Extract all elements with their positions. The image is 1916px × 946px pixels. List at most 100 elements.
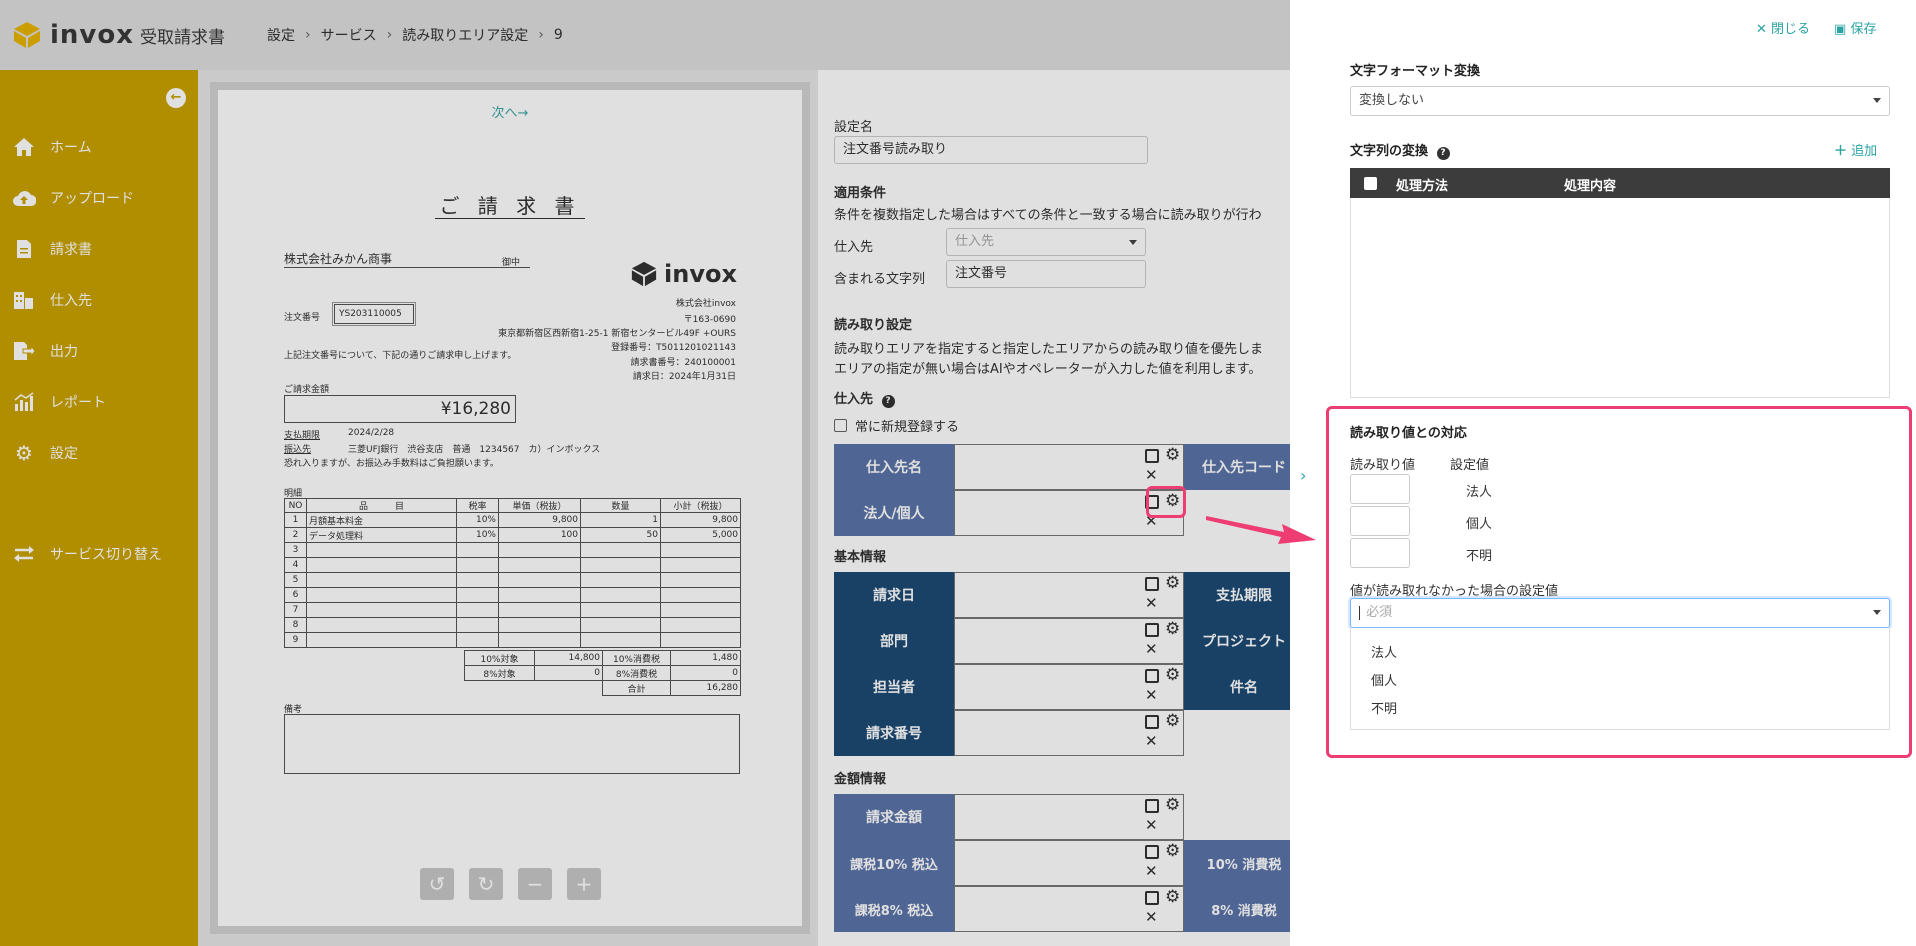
select-area-icon[interactable]: [1145, 449, 1159, 463]
sidebar-item-home[interactable]: ホーム: [12, 136, 92, 158]
field-subject[interactable]: 件名: [1184, 664, 1290, 710]
invoice-page[interactable]: 次へ→ ご 請 求 書 株式会社みかん商事 御中 invox 株式会社invox…: [218, 90, 802, 926]
zoom-out-icon[interactable]: −: [518, 868, 552, 900]
read-value-input[interactable]: [1350, 538, 1410, 568]
close-icon[interactable]: ✕: [1145, 595, 1158, 611]
save-button[interactable]: ▣ 保存: [1834, 18, 1876, 37]
document-viewer: 次へ→ ご 請 求 書 株式会社みかん商事 御中 invox 株式会社invox…: [210, 82, 810, 934]
field-supplier-name[interactable]: 仕入先名: [834, 444, 954, 490]
close-icon[interactable]: ✕: [1145, 687, 1158, 703]
add-conversion-button[interactable]: ＋ 追加: [1834, 140, 1877, 159]
gear-icon[interactable]: ⚙: [1165, 667, 1180, 684]
chevron-right-icon[interactable]: ›: [1300, 466, 1306, 485]
redo-icon[interactable]: ↻: [469, 868, 503, 900]
export-icon: [12, 340, 36, 362]
breadcrumb-item[interactable]: サービス: [321, 25, 377, 45]
field-tax8-incl[interactable]: 課税8% 税込: [834, 886, 954, 932]
select-area-icon[interactable]: [1145, 799, 1159, 813]
format-convert-select[interactable]: 変換しない: [1350, 86, 1890, 116]
setting-name-input[interactable]: 注文番号読み取り: [834, 136, 1148, 164]
basic-info-heading: 基本情報: [834, 550, 887, 565]
invox-cube-icon: [631, 261, 657, 287]
read-value-input[interactable]: [1350, 474, 1410, 504]
field-project[interactable]: プロジェクト: [1184, 618, 1290, 664]
sidebar-item-supplier[interactable]: 仕入先: [12, 289, 92, 311]
gear-icon[interactable]: ⚙: [1165, 575, 1180, 592]
dropdown-option[interactable]: 個人: [1371, 670, 1397, 689]
field-corp-personal[interactable]: 法人/個人: [834, 490, 954, 536]
sidebar-item-export[interactable]: 出力: [12, 340, 78, 362]
due-label: 支払期限: [284, 431, 321, 441]
table-row: 4: [284, 557, 741, 573]
close-button[interactable]: ✕ 閉じる: [1756, 18, 1810, 37]
table-cell: [456, 632, 499, 648]
area-cell[interactable]: ⚙ ✕: [954, 572, 1184, 618]
sidebar-item-label: アップロード: [50, 191, 134, 207]
field-supplier-code[interactable]: 仕入先コード: [1184, 444, 1290, 490]
zoom-in-icon[interactable]: +: [567, 868, 601, 900]
gear-icon[interactable]: ⚙: [1165, 713, 1180, 730]
area-cell[interactable]: ⚙ ✕: [954, 618, 1184, 664]
select-area-icon[interactable]: [1145, 623, 1159, 637]
text-cursor: [1359, 605, 1360, 620]
area-cell[interactable]: ⚙ ✕: [954, 840, 1184, 886]
select-all-checkbox[interactable]: [1364, 177, 1377, 190]
area-cell[interactable]: ⚙ ✕: [954, 664, 1184, 710]
help-icon[interactable]: ?: [881, 395, 895, 408]
field-invoice-number[interactable]: 請求番号: [834, 710, 954, 756]
field-invoice-date[interactable]: 請求日: [834, 572, 954, 618]
select-area-icon[interactable]: [1145, 669, 1159, 683]
area-cell[interactable]: ⚙ ✕: [954, 886, 1184, 932]
sidebar-item-upload[interactable]: アップロード: [12, 187, 134, 209]
field-tax8-consumption[interactable]: 8% 消費税: [1184, 886, 1290, 932]
gear-icon[interactable]: ⚙: [1165, 843, 1180, 860]
area-cell[interactable]: ⚙ ✕: [954, 710, 1184, 756]
sidebar-item-settings[interactable]: ⚙ 設定: [12, 441, 78, 465]
gear-icon[interactable]: ⚙: [1165, 797, 1180, 814]
close-icon[interactable]: ✕: [1145, 733, 1158, 749]
close-icon[interactable]: ✕: [1145, 641, 1158, 657]
close-icon[interactable]: ✕: [1145, 863, 1158, 879]
highlight-gear-callout: [1146, 486, 1186, 518]
field-tax10-incl[interactable]: 課税10% 税込: [834, 840, 954, 886]
close-icon[interactable]: ✕: [1145, 817, 1158, 833]
issuer-logo-text: invox: [664, 260, 737, 288]
read-value-input[interactable]: [1350, 506, 1410, 536]
area-cell[interactable]: ⚙ ✕: [954, 794, 1184, 840]
sidebar-item-switch-service[interactable]: サービス切り替え: [12, 543, 162, 565]
area-cell[interactable]: ⚙ ✕: [954, 444, 1184, 490]
field-department[interactable]: 部門: [834, 618, 954, 664]
field-tax10-consumption[interactable]: 10% 消費税: [1184, 840, 1290, 886]
close-icon[interactable]: ✕: [1145, 909, 1158, 925]
contains-input[interactable]: 注文番号: [946, 260, 1146, 288]
field-person[interactable]: 担当者: [834, 664, 954, 710]
breadcrumb-item[interactable]: 設定: [267, 25, 295, 45]
app-logo[interactable]: invox 受取請求書: [12, 20, 267, 50]
select-area-icon[interactable]: [1145, 845, 1159, 859]
arrow-left-circle-icon[interactable]: ←: [166, 88, 186, 108]
next-page-link[interactable]: 次へ→: [218, 102, 802, 121]
table-cell: [465, 681, 535, 696]
close-icon[interactable]: ✕: [1145, 467, 1158, 483]
dropdown-option[interactable]: 法人: [1371, 642, 1397, 661]
dropdown-option[interactable]: 不明: [1371, 698, 1397, 717]
field-invoice-amount[interactable]: 請求金額: [834, 794, 954, 840]
select-area-icon[interactable]: [1145, 715, 1159, 729]
select-area-icon[interactable]: [1145, 577, 1159, 591]
sidebar-item-report[interactable]: レポート: [12, 391, 106, 413]
breadcrumb-item[interactable]: 読み取りエリア設定: [402, 25, 528, 45]
select-area-icon[interactable]: [1145, 891, 1159, 905]
supplier-select[interactable]: 仕入先: [946, 228, 1146, 256]
gear-icon[interactable]: ⚙: [1165, 889, 1180, 906]
table-cell: [306, 587, 457, 603]
fallback-select[interactable]: 必須: [1350, 598, 1890, 628]
checkbox-box[interactable]: [834, 419, 847, 432]
always-register-checkbox[interactable]: 常に新規登録する: [834, 416, 959, 435]
gear-icon[interactable]: ⚙: [1165, 621, 1180, 638]
sidebar-item-invoice[interactable]: 請求書: [12, 238, 92, 260]
issuer-logo: invox: [630, 260, 737, 288]
help-icon[interactable]: ?: [1436, 147, 1450, 160]
gear-icon[interactable]: ⚙: [1165, 447, 1180, 464]
undo-icon[interactable]: ↺: [420, 868, 454, 900]
field-due-date[interactable]: 支払期限: [1184, 572, 1290, 618]
